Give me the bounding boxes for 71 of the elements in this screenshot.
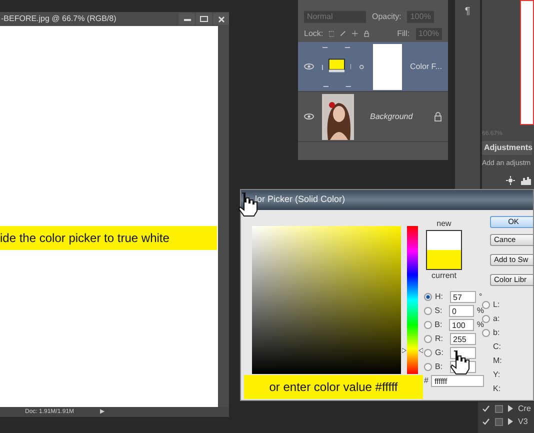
hue-slider[interactable] [402,226,423,374]
layer-name[interactable]: Background [370,110,426,122]
minimize-icon [184,16,190,22]
value-field[interactable]: 100 [449,319,474,331]
move-icon[interactable] [352,29,358,38]
scrollbar[interactable] [218,26,229,407]
levels-icon[interactable] [521,176,531,184]
fill-label: Fill: [397,28,410,40]
field-label: G: [435,347,444,359]
unit-label: ° [479,291,482,303]
field-label: M: [493,355,502,367]
hue-slider-handle[interactable] [402,348,423,353]
radio-button[interactable] [424,293,432,301]
annotation-text: ide the color picker to true white [0,226,217,250]
radio-button[interactable] [424,349,432,357]
field-label: C: [493,341,501,353]
field-label: S: [434,305,444,317]
radio-button[interactable] [482,301,490,309]
unit-label: % [476,305,484,317]
maximize-icon [200,16,208,22]
mask-thumbnail [372,44,402,90]
field-label: a: [493,313,501,325]
paragraph-panel-button[interactable]: ¶ [464,4,470,16]
value-field[interactable]: 255 [450,333,476,345]
lock-icon[interactable] [364,28,370,38]
close-button[interactable] [213,13,229,25]
adjustments-tab[interactable]: Adjustments [482,141,532,155]
radio-button[interactable] [424,363,432,371]
value-field[interactable]: 57 [450,291,476,303]
layer-row[interactable]: Background [298,92,448,142]
field-label: b: [493,327,501,339]
field-label: Y: [493,369,500,381]
close-icon [218,16,224,22]
field-label: B: [435,361,444,373]
eye-icon[interactable] [304,62,314,70]
field-label: K: [493,383,501,395]
value-field[interactable]: 0 [449,305,474,317]
hex-field[interactable]: ffffff [431,375,484,387]
checkmark-icon[interactable] [482,405,490,412]
lock-pixels-icon[interactable] [329,30,334,38]
radio-button[interactable] [424,307,432,315]
radio-button[interactable] [424,321,432,329]
field-label: B: [434,319,444,331]
lock-label: Lock: [304,28,324,40]
brush-icon[interactable] [340,29,346,38]
document-title: -BEFORE.jpg @ 66.7% (RGB/8) [1,13,116,25]
checkmark-icon[interactable] [482,418,490,425]
dialog-title: lor Picker (Solid Color) [241,190,533,210]
field-label: H: [435,291,444,303]
annotation-text: or enter color value #fffff [244,375,423,399]
layer-name[interactable]: Color F... [410,60,442,72]
swatch-label: current [432,270,456,282]
opacity-label: Opacity: [372,10,402,22]
swatch-label: new [436,218,452,230]
color-field[interactable] [252,226,401,374]
hex-label: # [424,375,428,387]
radio-button[interactable] [482,329,490,337]
radio-button[interactable] [482,315,490,323]
eye-icon[interactable] [304,112,314,120]
brightness-icon[interactable] [506,176,515,184]
layer-row[interactable]: Color F... [298,42,448,92]
maximize-button[interactable] [196,13,212,25]
unit-label: % [476,319,484,331]
field-label: L: [493,299,501,311]
row-label[interactable]: V3 [518,416,528,428]
field-label: R: [435,333,444,345]
minimize-button[interactable] [179,13,195,25]
lock-icon[interactable] [434,112,442,122]
radio-button[interactable] [424,335,432,343]
hand-cursor-icon [448,350,472,375]
row-label[interactable]: Cre [518,402,531,414]
